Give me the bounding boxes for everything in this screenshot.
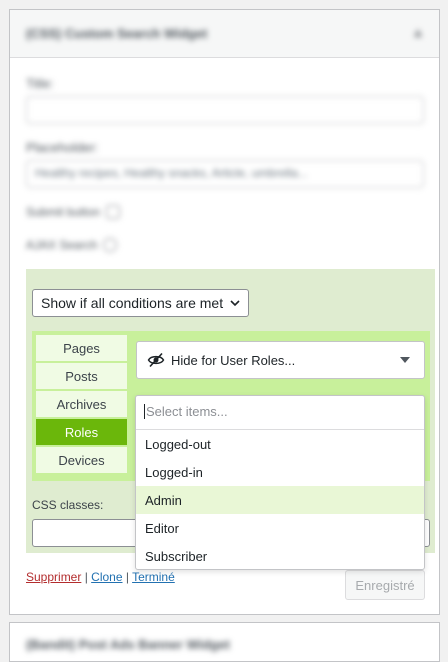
user-roles-select[interactable]: Hide for User Roles... [136,341,425,379]
placeholder-label: Placeholder: [26,140,99,155]
condition-select-label: Show if all conditions are met [41,295,224,311]
ajax-label: AJAX Search [26,238,98,252]
widget-header[interactable]: (CSS) Custom Search Widget ▲ [10,10,439,58]
tab-roles[interactable]: Roles [36,419,127,445]
condition-select[interactable]: Show if all conditions are met [32,289,249,317]
eye-slash-icon [147,351,165,369]
clone-link[interactable]: Clone [91,570,122,584]
option-admin[interactable]: Admin [136,486,424,514]
next-widget[interactable]: (Bandit) Post Ads Banner Widget [9,622,440,662]
ajax-radio[interactable] [103,238,118,252]
tab-posts[interactable]: Posts [36,363,127,389]
submit-button-option[interactable]: Submit button [26,205,121,219]
dropdown-search-input[interactable]: Select items... [136,396,424,430]
widget-title: (CSS) Custom Search Widget [26,26,208,41]
option-editor[interactable]: Editor [136,514,424,542]
submit-label: Submit button [26,205,101,219]
option-logged-in[interactable]: Logged-in [136,458,424,486]
next-widget-title: (Bandit) Post Ads Banner Widget [26,637,230,652]
option-subscriber[interactable]: Subscriber [136,542,424,570]
done-link[interactable]: Terminé [132,570,175,584]
rule-tabs: Pages Posts Archives Roles Devices [36,335,127,475]
css-classes-label: CSS classes: [32,498,104,512]
tab-archives[interactable]: Archives [36,391,127,417]
caret-down-icon [400,357,410,363]
dropdown-search-placeholder: Select items... [146,404,228,419]
submit-checkbox[interactable] [106,205,121,219]
roles-dropdown: Select items... Logged-out Logged-in Adm… [135,395,425,570]
user-roles-select-label: Hide for User Roles... [171,352,296,368]
separator: | [81,570,92,584]
option-logged-out[interactable]: Logged-out [136,430,424,458]
delete-link[interactable]: Supprimer [26,570,81,584]
tab-devices[interactable]: Devices [36,447,127,473]
chevron-down-icon [230,296,240,310]
widget-actions: Supprimer | Clone | Terminé [26,570,175,584]
ajax-search-option[interactable]: AJAX Search [26,238,118,252]
tab-pages[interactable]: Pages [36,335,127,361]
text-cursor [144,404,145,419]
title-input[interactable] [26,96,424,124]
placeholder-input[interactable]: Healthy recipes, Healthy snacks, Article… [26,160,424,188]
title-label: Title: [26,76,54,91]
save-button[interactable]: Enregistré [345,570,425,600]
separator: | [122,570,133,584]
toggle-arrow-icon[interactable]: ▲ [411,24,425,40]
